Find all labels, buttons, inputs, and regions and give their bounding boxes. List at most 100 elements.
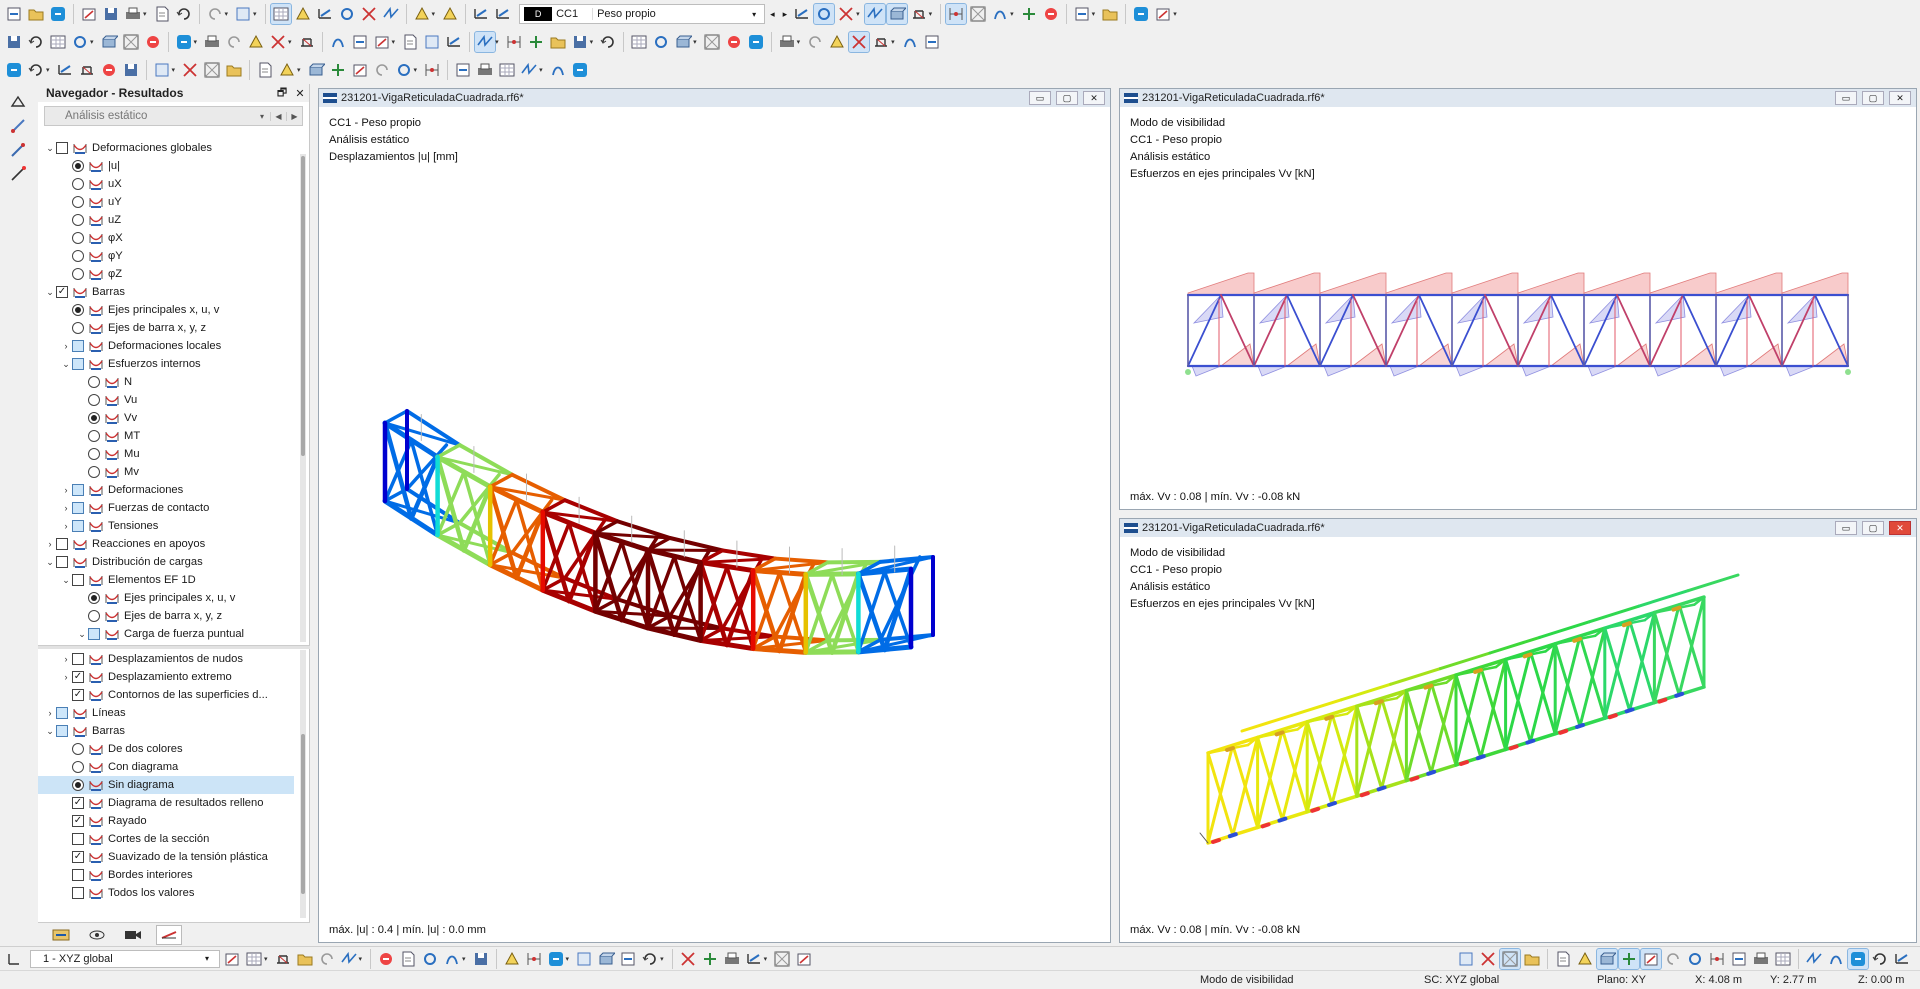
view-tool-7-icon[interactable]	[376, 949, 396, 969]
axis-icon[interactable]	[1153, 4, 1173, 24]
radio-button[interactable]	[88, 448, 100, 460]
view-select[interactable]: 1 - XYZ global ▾	[30, 949, 220, 968]
display-tool-12-icon[interactable]	[1707, 949, 1727, 969]
radio-button[interactable]	[88, 412, 100, 424]
report-icon[interactable]	[152, 4, 172, 24]
model-tool-14-icon[interactable]	[328, 32, 348, 52]
show-results-icon[interactable]	[792, 4, 812, 24]
view-tool-20-icon[interactable]	[700, 949, 720, 969]
model-tool-6-icon[interactable]	[121, 32, 141, 52]
radio-button[interactable]	[72, 250, 84, 262]
dropdown-arrow-icon[interactable]: ▾	[432, 10, 436, 18]
data-panel-icon[interactable]	[337, 4, 357, 24]
view-tool-4-icon[interactable]	[295, 949, 315, 969]
view-tool-12-icon[interactable]	[502, 949, 522, 969]
expand-arrow-icon[interactable]: ›	[60, 485, 72, 495]
checkbox[interactable]	[72, 484, 84, 496]
view-tool-8-icon[interactable]	[398, 949, 418, 969]
display-tool-6-icon[interactable]	[1575, 949, 1595, 969]
visibility-eye-icon[interactable]	[836, 4, 856, 24]
snap-tool-1-icon[interactable]	[4, 60, 24, 80]
load-case-select[interactable]: D CC1 Peso propio ▾	[519, 4, 766, 24]
dropdown-arrow-icon[interactable]: ▾	[297, 66, 301, 74]
snap-tool-11-icon[interactable]	[255, 60, 275, 80]
tree-item[interactable]: ⌄ ✓ Barras	[38, 283, 294, 301]
snap-tool-23-icon[interactable]	[548, 60, 568, 80]
coordinate-system-icon[interactable]	[4, 949, 24, 969]
model-tool-4-icon[interactable]	[70, 32, 90, 52]
collapse-arrow-icon[interactable]: ⌄	[60, 359, 72, 370]
tree-item[interactable]: uX	[38, 175, 294, 193]
tree-item[interactable]: ⌄ Deformaciones globales	[38, 139, 294, 157]
checkbox[interactable]	[56, 538, 68, 550]
dropdown-arrow-icon[interactable]: ▾	[590, 38, 594, 46]
radio-button[interactable]	[72, 178, 84, 190]
tree-item[interactable]: ✓ Rayado	[38, 812, 294, 830]
console-icon[interactable]	[359, 4, 379, 24]
radio-button[interactable]	[88, 430, 100, 442]
view-tool-6-icon[interactable]	[339, 949, 359, 969]
radio-button[interactable]	[88, 376, 100, 388]
snap-tool-21-icon[interactable]	[497, 60, 517, 80]
model-tool-22-icon[interactable]	[526, 32, 546, 52]
results-tab-icon[interactable]	[156, 924, 182, 945]
expand-arrow-icon[interactable]: ›	[60, 521, 72, 531]
model-tool-16-icon[interactable]	[372, 32, 392, 52]
view-tool-3-icon[interactable]	[273, 949, 293, 969]
values-xxx-icon[interactable]	[813, 3, 836, 25]
model-tool-10-icon[interactable]	[224, 32, 244, 52]
values-table-icon[interactable]	[885, 3, 908, 25]
tree-item[interactable]: › Desplazamientos de nudos	[38, 650, 294, 668]
window-layout-icon[interactable]	[269, 3, 292, 25]
redo-icon[interactable]	[233, 4, 253, 24]
model-tool-25-icon[interactable]	[598, 32, 618, 52]
radio-button[interactable]	[72, 268, 84, 280]
view-tool-13-icon[interactable]	[524, 949, 544, 969]
undo-icon[interactable]	[205, 4, 225, 24]
model-tool-3-icon[interactable]	[48, 32, 68, 52]
display-tool-7-icon[interactable]	[1596, 947, 1618, 970]
next-arrow-icon[interactable]: ▶	[286, 111, 302, 121]
view-tool-11-icon[interactable]	[471, 949, 491, 969]
dropdown-arrow-icon[interactable]: ▾	[462, 955, 466, 963]
tree-item[interactable]: › Deformaciones locales	[38, 337, 294, 355]
checkbox[interactable]	[72, 574, 84, 586]
expand-arrow-icon[interactable]: ›	[60, 503, 72, 513]
collapse-arrow-icon[interactable]: ⌄	[44, 143, 56, 154]
webservice-icon[interactable]	[48, 4, 68, 24]
view-tool-23-icon[interactable]	[772, 949, 792, 969]
model-tool-13-icon[interactable]	[297, 32, 317, 52]
radio-button[interactable]	[88, 466, 100, 478]
dropdown-arrow-icon[interactable]: ▾	[929, 10, 933, 18]
model-window-top-right[interactable]: 231201-VigaReticuladaCuadrada.rf6* ▭ ▢ ✕…	[1119, 88, 1917, 510]
view-tool-17-icon[interactable]	[618, 949, 638, 969]
tree-item[interactable]: ⌄ Distribución de cargas	[38, 553, 294, 571]
checkbox[interactable]	[88, 628, 100, 640]
dropdown-arrow-icon[interactable]: ▾	[1173, 10, 1177, 18]
tree-scrollbar-upper[interactable]	[300, 154, 306, 642]
edit-member-icon[interactable]	[8, 116, 28, 136]
view-tool-22-icon[interactable]	[744, 949, 764, 969]
collapse-arrow-icon[interactable]: ⌄	[60, 575, 72, 586]
view-tool-1-icon[interactable]	[222, 949, 242, 969]
tree-item[interactable]: φX	[38, 229, 294, 247]
tree-item[interactable]: ⌄ Carga de fuerza puntual	[38, 625, 294, 643]
checkbox[interactable]	[72, 869, 84, 881]
tree-item[interactable]: Sin diagrama	[38, 776, 294, 794]
snap-tool-4-icon[interactable]	[77, 60, 97, 80]
collapse-arrow-icon[interactable]: ⌄	[44, 726, 56, 737]
snap-tool-5-icon[interactable]	[99, 60, 119, 80]
model-tool-19-icon[interactable]	[444, 32, 464, 52]
expand-arrow-icon[interactable]: ›	[60, 654, 72, 664]
model-tool-18-icon[interactable]	[422, 32, 442, 52]
maximize-button[interactable]: ▢	[1056, 91, 1078, 105]
model-tool-29-icon[interactable]	[702, 32, 722, 52]
display-tool-16-icon[interactable]	[1804, 949, 1824, 969]
tree-item[interactable]: ⌄ Esfuerzos internos	[38, 355, 294, 373]
deformation-icon[interactable]	[909, 4, 929, 24]
prev-arrow-icon[interactable]: ◀	[270, 111, 286, 121]
data-tab-icon[interactable]	[48, 925, 74, 945]
snap-tool-10-icon[interactable]	[224, 60, 244, 80]
model-tool-26-icon[interactable]	[629, 32, 649, 52]
panel-icon[interactable]	[381, 4, 401, 24]
